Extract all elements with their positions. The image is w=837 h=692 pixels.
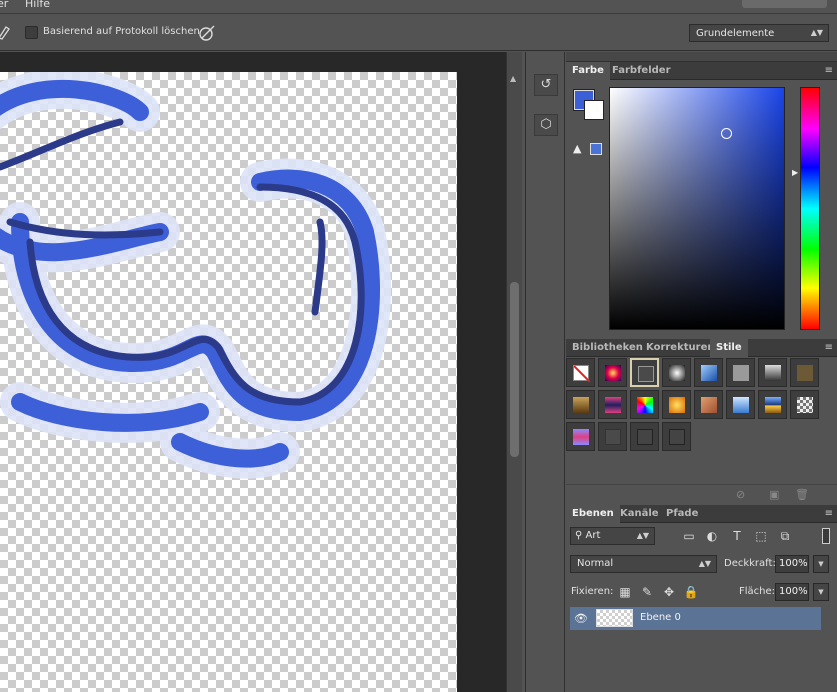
style-swatch[interactable]: [662, 390, 691, 419]
color-picker-circle[interactable]: [721, 128, 732, 139]
scroll-thumb[interactable]: [510, 282, 519, 457]
style-swatch[interactable]: [598, 390, 627, 419]
lock-position-icon[interactable]: ✥: [661, 584, 677, 600]
canvas-vertical-scrollbar[interactable]: ▲: [506, 52, 522, 692]
tab-adjustments[interactable]: Korrekturen: [640, 339, 720, 357]
lock-all-icon[interactable]: 🔒: [683, 584, 699, 600]
protocol-checkbox-label: Basierend auf Protokoll löschen: [43, 26, 200, 37]
fill-label: Fläche:: [739, 586, 776, 597]
hue-slider[interactable]: [800, 87, 820, 330]
panel-collapse-bar[interactable]: [566, 52, 837, 62]
panel-icon-dock: ↺ ⬡: [525, 52, 565, 692]
style-swatch[interactable]: [790, 358, 819, 387]
fill-slider-button[interactable]: ▼: [813, 583, 829, 601]
scroll-up-arrow-icon[interactable]: ▲: [510, 74, 516, 83]
dropdown-arrow-icon: ▲▼: [636, 531, 649, 540]
new-style-icon[interactable]: ▣: [769, 488, 779, 501]
history-icon[interactable]: ↺: [534, 74, 558, 96]
gamut-warning-icon: ▲: [573, 142, 582, 155]
style-swatch[interactable]: [726, 390, 755, 419]
lock-transparent-icon[interactable]: ▦: [617, 584, 633, 600]
style-none[interactable]: [566, 358, 595, 387]
style-swatch[interactable]: [694, 390, 723, 419]
layer-filter-value: Art: [585, 530, 601, 541]
style-swatch[interactable]: [662, 422, 691, 451]
panel-menu-icon[interactable]: ≡: [825, 342, 833, 353]
panel-column: Farbe Farbfelder ≡ ▲ ▶ Bibliotheken Korr…: [566, 52, 837, 692]
airbrush-icon[interactable]: [197, 23, 217, 43]
menu-item-window[interactable]: er: [0, 0, 8, 10]
panel-menu-icon[interactable]: ≡: [825, 508, 833, 519]
tab-libraries[interactable]: Bibliotheken: [566, 339, 649, 357]
filter-shape-icon[interactable]: ⬚: [753, 528, 769, 544]
gamut-warning-swatch[interactable]: [590, 143, 602, 155]
style-none-preview: [573, 365, 591, 383]
menu-bar: er Hilfe: [0, 0, 837, 14]
fill-field[interactable]: 100%: [775, 583, 809, 601]
tab-layers[interactable]: Ebenen: [566, 505, 620, 523]
tab-color[interactable]: Farbe: [566, 62, 610, 80]
panel-menu-icon[interactable]: ≡: [825, 65, 833, 76]
filter-toggle[interactable]: [822, 528, 830, 544]
tab-styles[interactable]: Stile: [710, 339, 748, 357]
layers-panel-tabs: Ebenen Kanäle Pfade ≡: [566, 505, 837, 523]
workspace-dropdown[interactable]: Grundelemente ▲▼: [689, 24, 829, 42]
blend-mode-dropdown[interactable]: Normal ▲▼: [570, 555, 717, 573]
style-swatch[interactable]: [630, 390, 659, 419]
styles-panel-tabs: Bibliotheken Korrekturen Stile ≡: [566, 339, 837, 357]
delete-style-icon[interactable]: 🗑: [795, 488, 809, 501]
color-field[interactable]: [609, 87, 785, 330]
tab-swatches[interactable]: Farbfelder: [606, 62, 677, 80]
style-swatch[interactable]: [694, 358, 723, 387]
style-swatch[interactable]: [630, 422, 659, 451]
document-canvas-area[interactable]: [0, 52, 510, 692]
style-swatch[interactable]: [726, 358, 755, 387]
workspace-value: Grundelemente: [696, 28, 775, 39]
style-swatch[interactable]: [598, 422, 627, 451]
layer-name[interactable]: Ebene 0: [640, 612, 681, 623]
background-color-swatch[interactable]: [584, 100, 604, 120]
style-swatch-selected[interactable]: [630, 358, 659, 387]
style-swatch[interactable]: [758, 390, 787, 419]
layer-row[interactable]: 👁 Ebene 0: [570, 607, 821, 630]
color-panel-tabs: Farbe Farbfelder ≡: [566, 62, 837, 80]
dropdown-arrow-icon: ▲▼: [810, 28, 823, 37]
eye-icon[interactable]: 👁: [574, 612, 588, 625]
layer-thumbnail: [596, 609, 633, 627]
style-swatch[interactable]: [566, 390, 595, 419]
style-swatch[interactable]: [662, 358, 691, 387]
style-swatch[interactable]: [598, 358, 627, 387]
artwork-image: [0, 72, 392, 479]
tab-channels[interactable]: Kanäle: [614, 505, 665, 523]
style-swatch[interactable]: [758, 358, 787, 387]
opacity-slider-button[interactable]: ▼: [813, 555, 829, 573]
style-swatch[interactable]: [790, 390, 819, 419]
eraser-icon[interactable]: [0, 24, 10, 40]
document-canvas[interactable]: [0, 72, 457, 692]
hue-slider-marker[interactable]: ▶: [792, 168, 798, 177]
filter-smartobject-icon[interactable]: ⧉: [777, 528, 793, 544]
lock-image-icon[interactable]: ✎: [639, 584, 655, 600]
lock-label: Fixieren:: [571, 586, 614, 597]
dropdown-arrow-icon: ▲▼: [698, 559, 711, 568]
3d-icon[interactable]: ⬡: [534, 114, 558, 136]
opacity-label: Deckkraft:: [724, 558, 776, 569]
layer-filter-dropdown[interactable]: ⚲ Art ▲▼: [570, 527, 655, 545]
clear-style-icon[interactable]: ⊘: [736, 488, 745, 501]
blend-mode-value: Normal: [577, 558, 614, 569]
style-swatch[interactable]: [566, 422, 595, 451]
protocol-checkbox[interactable]: [25, 26, 38, 39]
filter-pixel-icon[interactable]: ▭: [681, 528, 697, 544]
opacity-field[interactable]: 100%: [775, 555, 809, 573]
search-icon: ⚲: [575, 530, 586, 541]
filter-adjustment-icon[interactable]: ◐: [704, 528, 720, 544]
window-controls[interactable]: [742, 0, 827, 8]
options-bar: Basierend auf Protokoll löschen Grundele…: [0, 15, 837, 51]
tab-paths[interactable]: Pfade: [660, 505, 704, 523]
filter-text-icon[interactable]: T: [729, 528, 745, 544]
styles-panel-footer: ⊘ ▣ 🗑: [566, 484, 837, 504]
menu-item-help[interactable]: Hilfe: [25, 0, 50, 10]
